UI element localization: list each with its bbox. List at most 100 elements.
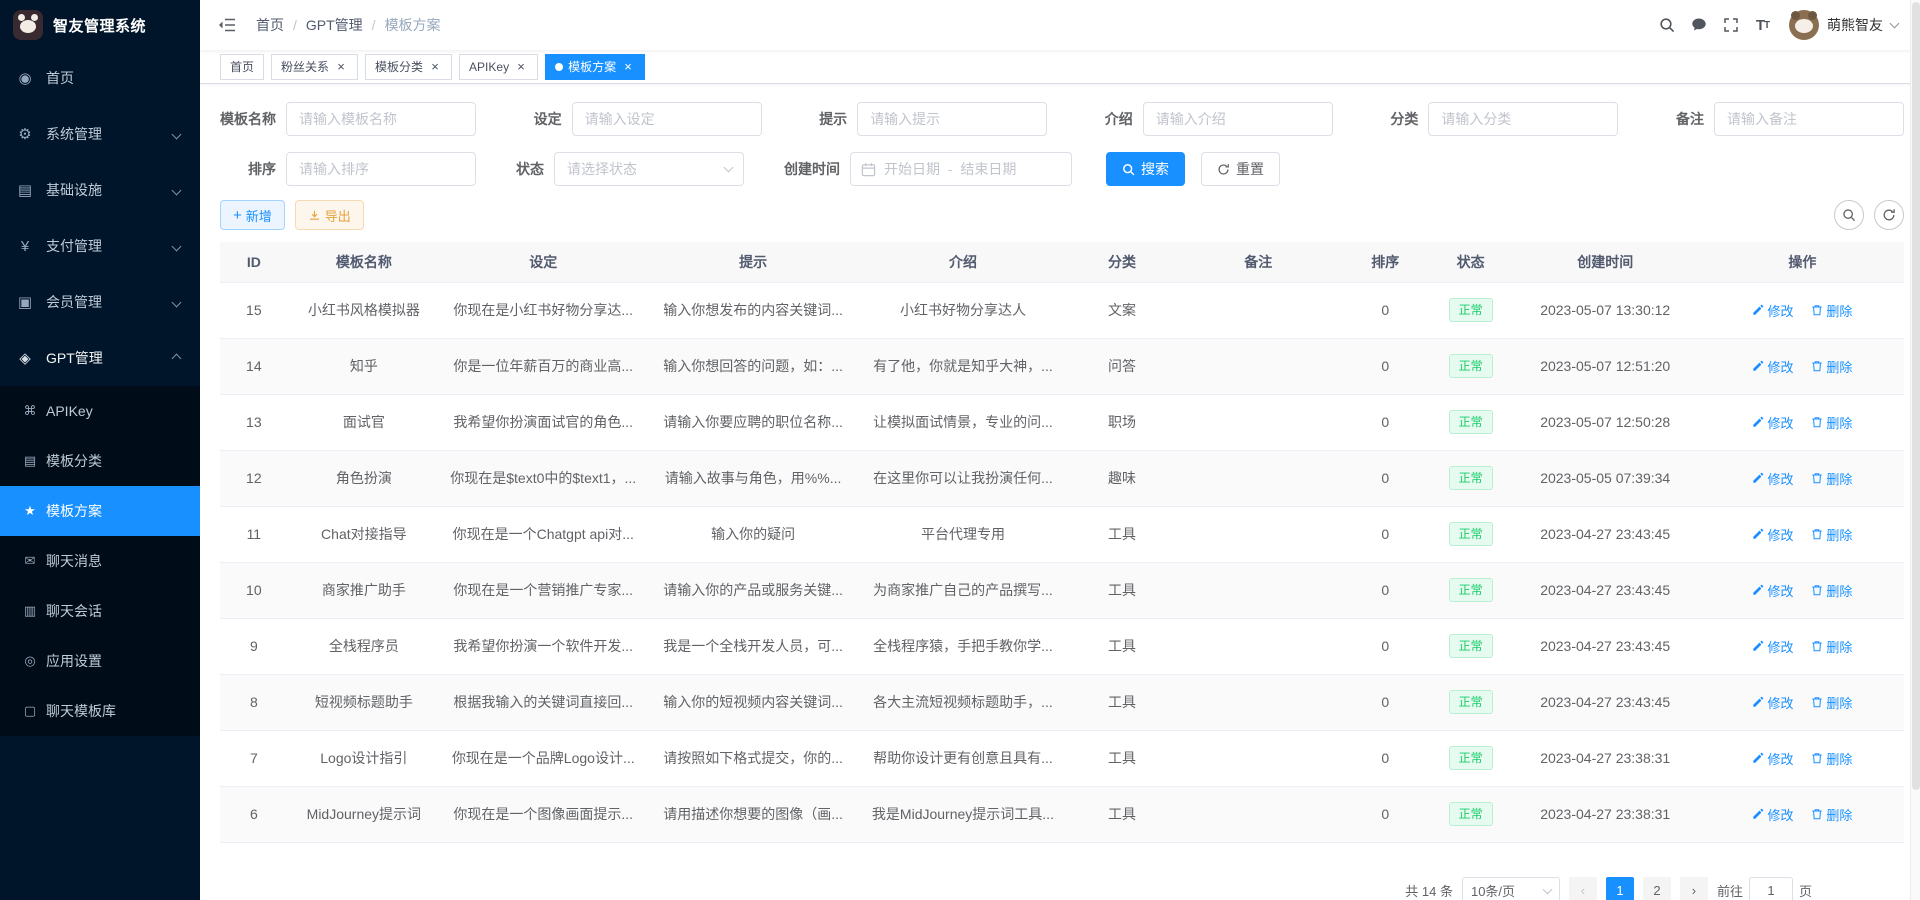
delete-link[interactable]: 删除 [1811,581,1852,600]
search-icon[interactable] [1651,0,1683,50]
chevron-icon [172,129,182,139]
tag-template-plan[interactable]: 模板方案 × [545,54,645,80]
edit-link[interactable]: 修改 [1752,581,1793,600]
sidebar-item-home[interactable]: ◉ 首页 [0,50,200,106]
delete-link[interactable]: 删除 [1811,413,1852,432]
filter-input-intro[interactable] [1143,102,1333,136]
sidebar-item-gpt[interactable]: ◈ GPT管理 [0,330,200,386]
username[interactable]: 萌熊智友 [1827,15,1883,35]
message-icon[interactable] [1683,0,1715,50]
status-select[interactable]: 请选择状态 [554,152,744,186]
close-icon[interactable]: × [621,60,635,74]
cell-setting: 根据我输入的关键词直接回... [440,674,646,730]
avatar[interactable] [1789,10,1819,40]
breadcrumb-item[interactable]: 首页 [256,15,284,35]
cell-intro: 帮助你设计更有创意且具有... [860,730,1066,786]
delete-link[interactable]: 删除 [1811,301,1852,320]
filter-input-remark[interactable] [1714,102,1904,136]
edit-icon [1752,304,1764,316]
close-icon[interactable]: × [428,60,442,74]
cell-setting: 你是一位年薪百万的商业高... [440,338,646,394]
next-page-button[interactable]: › [1680,877,1708,900]
edit-link[interactable]: 修改 [1752,637,1793,656]
column-header: 分类 [1066,242,1178,282]
search-button[interactable]: 搜索 [1106,152,1185,186]
scrollbar[interactable] [1910,0,1920,900]
add-button[interactable]: +新增 [220,200,285,230]
delete-link[interactable]: 删除 [1811,749,1852,768]
edit-link[interactable]: 修改 [1752,749,1793,768]
delete-link[interactable]: 删除 [1811,637,1852,656]
goto-page-input[interactable] [1749,877,1793,900]
filter-label: 模板名称 [220,109,276,129]
sidebar-item-system[interactable]: ⚙ 系统管理 [0,106,200,162]
tag-home[interactable]: 首页 [220,54,264,80]
delete-link[interactable]: 删除 [1811,693,1852,712]
edit-link[interactable]: 修改 [1752,693,1793,712]
close-icon[interactable]: × [514,60,528,74]
sidebar-toggle-icon[interactable] [218,17,236,33]
delete-link[interactable]: 删除 [1811,805,1852,824]
filter-input-prompt[interactable] [857,102,1047,136]
filter-label: 创建时间 [784,159,840,179]
edit-link[interactable]: 修改 [1752,805,1793,824]
font-size-icon[interactable]: TT [1747,0,1779,50]
app-title: 智友管理系统 [53,15,146,36]
cell-prompt: 输入你想发布的内容关键词... [646,282,859,338]
sidebar-subitem-label: APIKey [46,403,200,419]
page-2-button[interactable]: 2 [1643,877,1671,900]
sidebar-subitem-chat-template-lib[interactable]: ▢ 聊天模板库 [0,686,200,736]
sidebar-subitem-label: 聊天会话 [46,601,200,621]
refresh-button[interactable] [1874,200,1904,230]
breadcrumb: 首页/GPT管理/模板方案 [256,15,441,35]
sidebar-subitem-apikey[interactable]: ⌘ APIKey [0,386,200,436]
sidebar-subitem-chat-session[interactable]: ▥ 聊天会话 [0,586,200,636]
delete-link[interactable]: 删除 [1811,469,1852,488]
sidebar-subitem-app-settings[interactable]: ◎ 应用设置 [0,636,200,686]
filter-input-category[interactable] [1428,102,1618,136]
breadcrumb-item[interactable]: GPT管理 [306,15,363,35]
toggle-search-button[interactable] [1834,200,1864,230]
filter-input-sort[interactable] [286,152,476,186]
delete-link[interactable]: 删除 [1811,525,1852,544]
sidebar-item-member[interactable]: ▣ 会员管理 [0,274,200,330]
export-button[interactable]: 导出 [295,200,364,230]
edit-icon [1752,528,1764,540]
cell-created: 2023-04-27 23:43:45 [1510,562,1701,618]
cell-setting: 你现在是$text0中的$text1，... [440,450,646,506]
tag-fans-relation[interactable]: 粉丝关系 × [271,54,358,80]
page-1-button[interactable]: 1 [1606,877,1634,900]
sidebar-item-label: 首页 [46,68,180,88]
date-range-picker[interactable]: 开始日期 - 结束日期 [850,152,1072,186]
edit-link[interactable]: 修改 [1752,357,1793,376]
tag-apikey[interactable]: APIKey × [459,54,538,80]
sidebar-item-infrastructure[interactable]: ▤ 基础设施 [0,162,200,218]
end-date-placeholder: 结束日期 [960,159,1016,179]
caret-down-icon[interactable] [1890,18,1900,28]
sidebar-subitem-chat-message[interactable]: ✉ 聊天消息 [0,536,200,586]
edit-link[interactable]: 修改 [1752,525,1793,544]
sidebar-subitem-template-plan[interactable]: ★ 模板方案 [0,486,200,536]
total-count: 共 14 条 [1405,881,1453,900]
delete-icon [1811,360,1823,372]
cell-setting: 你现在是一个图像画面提示... [440,786,646,842]
prev-page-button[interactable]: ‹ [1569,877,1597,900]
sidebar-subitem-template-category[interactable]: ▤ 模板分类 [0,436,200,486]
reset-button[interactable]: 重置 [1201,152,1280,186]
delete-link[interactable]: 删除 [1811,357,1852,376]
cell-created: 2023-05-07 13:30:12 [1510,282,1701,338]
edit-link[interactable]: 修改 [1752,469,1793,488]
sidebar-item-payment[interactable]: ¥ 支付管理 [0,218,200,274]
filter-input-setting[interactable] [572,102,762,136]
edit-link[interactable]: 修改 [1752,301,1793,320]
scrollbar-thumb[interactable] [1912,2,1920,790]
close-icon[interactable]: × [334,60,348,74]
edit-link[interactable]: 修改 [1752,413,1793,432]
page-size-select[interactable]: 10条/页 [1462,877,1560,900]
chevron-icon [172,353,182,363]
tag-template-category[interactable]: 模板分类 × [365,54,452,80]
fullscreen-icon[interactable] [1715,0,1747,50]
filter-input-template-name[interactable] [286,102,476,136]
cell-status: 正常 [1432,282,1510,338]
cell-remark [1178,786,1339,842]
